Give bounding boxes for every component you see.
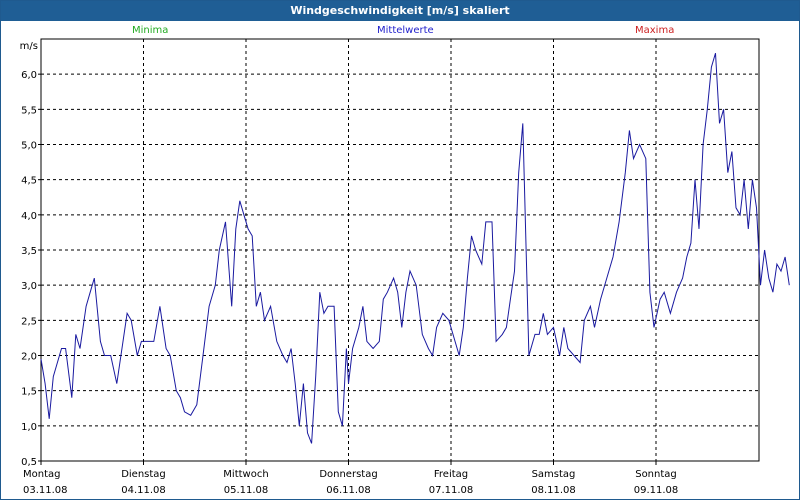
y-tick-label: 2,5: [21, 316, 37, 327]
x-tick-day-label: Sonntag: [635, 469, 677, 480]
y-tick-label: 3,0: [21, 281, 37, 292]
x-tick-day-label: Dienstag: [121, 469, 166, 480]
x-tick-date-label: 03.11.08: [23, 485, 68, 496]
x-tick-date-label: 05.11.08: [224, 485, 269, 496]
plot-area: [40, 38, 760, 462]
y-tick-label: 2,0: [21, 352, 37, 363]
x-tick-date-label: 08.11.08: [531, 485, 576, 496]
y-tick-label: 0,5: [21, 457, 37, 468]
y-tick-label: 5,0: [21, 141, 37, 152]
y-tick-label: 4,0: [21, 211, 37, 222]
x-tick-day-label: Montag: [23, 469, 60, 480]
x-tick-date-label: 04.11.08: [121, 485, 166, 496]
x-tick-date-label: 07.11.08: [429, 485, 474, 496]
x-tick-day-label: Mittwoch: [223, 469, 268, 480]
x-tick-date-label: 09.11.08: [634, 485, 679, 496]
chart-window: Windgeschwindigkeit [m/s] skaliert Minim…: [0, 0, 800, 500]
y-tick-label: 1,5: [21, 387, 37, 398]
x-tick-day-label: Freitag: [434, 469, 468, 480]
y-tick-label: 3,5: [21, 246, 37, 257]
y-tick-label: 1,0: [21, 422, 37, 433]
x-tick-date-label: 06.11.08: [326, 485, 371, 496]
line-chart: 0,5 1,0 1,5 2,0 2,5 3,0 3,5 4,0 4,5 5,0 5,5 6,0 m/s M…: [20, 38, 790, 496]
x-tick-day-label: Samstag: [532, 469, 576, 480]
y-tick-label: 4,5: [21, 176, 37, 187]
y-tick-label: 6,0: [21, 70, 37, 81]
y-tick-label: 5,5: [21, 105, 37, 116]
x-tick-day-label: Donnerstag: [319, 469, 377, 480]
series-line-mittelwerte: [40, 52, 790, 444]
y-axis-label: m/s: [20, 41, 38, 52]
